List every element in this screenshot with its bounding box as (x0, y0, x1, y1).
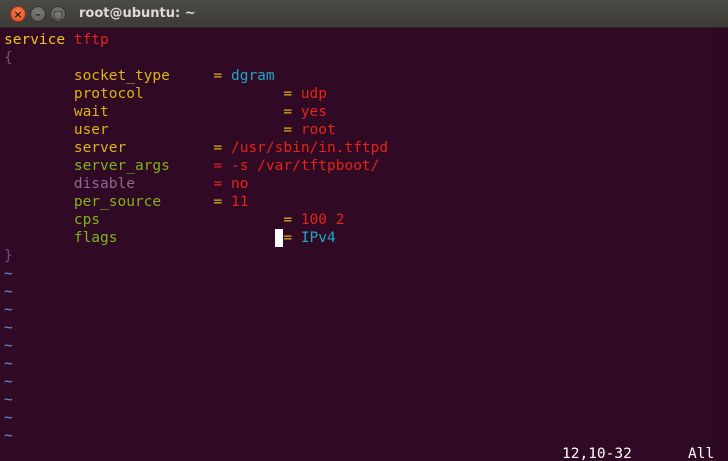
editor-line: protocol = udp (4, 85, 714, 103)
scroll-indicator: All (688, 446, 715, 461)
code-token: = (283, 104, 301, 120)
code-token: tftp (73, 32, 109, 48)
maximize-button[interactable]: □ (50, 6, 66, 22)
code-token: ~ (4, 284, 13, 300)
code-token: 100 2 (300, 212, 345, 228)
code-token: ~ (4, 338, 13, 354)
code-token: disable (4, 176, 214, 192)
code-token: cps (4, 212, 284, 228)
code-token: protocol (4, 86, 284, 102)
code-token: server_args (4, 158, 214, 174)
empty-line-marker: ~ (4, 409, 714, 427)
editor-line: socket_type = dgram (4, 67, 714, 85)
editor-line: cps = 100 2 (4, 211, 714, 229)
code-token: = (283, 122, 301, 138)
code-token: = (213, 68, 231, 84)
close-icon: × (13, 8, 23, 21)
code-token: ~ (4, 392, 13, 408)
code-token: IPv4 (300, 230, 336, 246)
code-token: ~ (4, 374, 13, 390)
editor-line: server = /usr/sbin/in.tftpd (4, 139, 714, 157)
code-token: 11 (230, 194, 249, 210)
code-token: } (4, 248, 13, 264)
code-token: service (4, 32, 74, 48)
code-token: { (4, 50, 13, 66)
editor-line: flags = IPv4 (4, 229, 714, 247)
empty-line-marker: ~ (4, 427, 714, 445)
code-token: ~ (4, 266, 13, 282)
code-token: ~ (4, 302, 13, 318)
minimize-icon: – (35, 8, 41, 21)
code-token: per_source (4, 194, 214, 210)
editor-line: per_source = 11 (4, 193, 714, 211)
code-token: -s /var/tftpboot/ (230, 158, 380, 174)
code-token: = (213, 176, 231, 192)
editor-line: } (4, 247, 714, 265)
window-title: root@ubuntu: ~ (79, 6, 196, 21)
editor-line: { (4, 49, 714, 67)
empty-line-marker: ~ (4, 301, 714, 319)
code-token: yes (300, 104, 328, 120)
code-token: = (213, 158, 231, 174)
scrollbar[interactable] (714, 28, 728, 461)
empty-line-marker: ~ (4, 319, 714, 337)
vim-editor-area[interactable]: service tftp{ socket_type = dgram protoc… (4, 31, 714, 461)
cursor-position: 12,10-32 (562, 446, 632, 461)
empty-line-marker: ~ (4, 355, 714, 373)
code-token: user (4, 122, 284, 138)
empty-line-marker: ~ (4, 391, 714, 409)
close-button[interactable]: × (10, 6, 26, 22)
maximize-icon: □ (52, 8, 64, 21)
minimize-button[interactable]: – (30, 6, 46, 22)
editor-line: disable = no (4, 175, 714, 193)
empty-line-marker: ~ (4, 283, 714, 301)
code-token: = (213, 140, 231, 156)
code-token: udp (300, 86, 328, 102)
code-token: server (4, 140, 214, 156)
code-token: = (283, 230, 301, 246)
code-token: dgram (230, 68, 275, 84)
empty-line-marker: ~ (4, 373, 714, 391)
editor-line: service tftp (4, 31, 714, 49)
code-token: ~ (4, 356, 13, 372)
code-token: no (230, 176, 249, 192)
title-bar[interactable]: × – □ root@ubuntu: ~ (0, 0, 728, 28)
code-token: wait (4, 104, 284, 120)
code-token: socket_type (4, 68, 214, 84)
code-token: = (283, 86, 301, 102)
code-token: ~ (4, 320, 13, 336)
editor-line: user = root (4, 121, 714, 139)
editor-line: server_args = -s /var/tftpboot/ (4, 157, 714, 175)
code-token: = (213, 194, 231, 210)
code-token: /usr/sbin/in.tftpd (230, 140, 389, 156)
code-token: root (300, 122, 336, 138)
terminal-window: × – □ root@ubuntu: ~ service tftp{ socke… (0, 0, 728, 461)
code-token: ~ (4, 428, 13, 444)
empty-line-marker: ~ (4, 337, 714, 355)
empty-line-marker: ~ (4, 265, 714, 283)
code-token: ~ (4, 410, 13, 426)
editor-line: wait = yes (4, 103, 714, 121)
code-token: flags (4, 230, 275, 246)
code-token: = (283, 212, 301, 228)
